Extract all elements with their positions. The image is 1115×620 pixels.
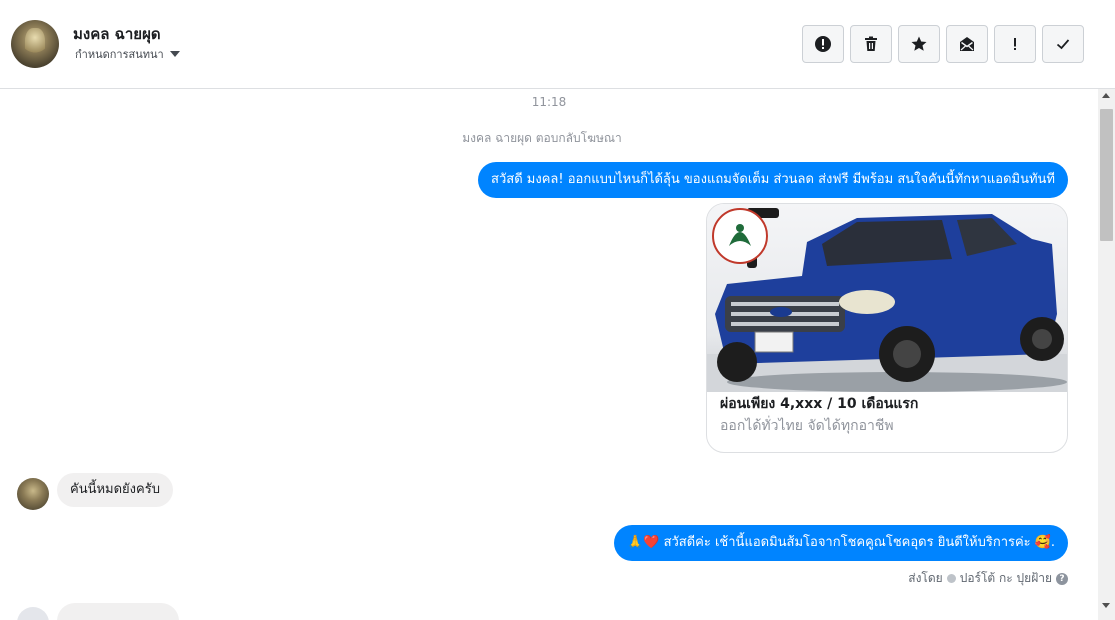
assign-conversation-dropdown[interactable]: กำหนดการสนทนา bbox=[75, 45, 180, 63]
contact-avatar-small[interactable] bbox=[17, 607, 49, 620]
contact-avatar[interactable] bbox=[11, 20, 59, 68]
outgoing-message[interactable]: 🙏❤️ สวัสดีค่ะ เช้านี้แอดมินส้มโอจากโชคคู… bbox=[614, 525, 1068, 561]
contact-avatar-small[interactable] bbox=[17, 478, 49, 510]
mark-done-button[interactable] bbox=[1042, 25, 1084, 63]
agent-status-icon bbox=[946, 574, 956, 583]
emoji-suffix: 🥰. bbox=[1034, 535, 1055, 550]
outgoing-message[interactable]: สวัสดี มงคล! ออกแบบไหนก็ได้ลุ้น ของแถมจั… bbox=[478, 162, 1068, 198]
alert-circle-icon bbox=[815, 36, 831, 52]
check-icon bbox=[1056, 39, 1070, 50]
ad-reply-notice: มงคล ฉายผุด ตอบกลับโฆษณา bbox=[462, 131, 622, 145]
caret-down-icon bbox=[169, 51, 180, 57]
sent-by-label: ส่งโดย bbox=[908, 571, 943, 585]
thread-scrollbar[interactable] bbox=[1098, 89, 1115, 620]
exclamation-icon bbox=[1014, 38, 1016, 50]
message-thread: 11:18 มงคล ฉายผุด ตอบกลับโฆษณา สวัสดี มง… bbox=[0, 89, 1098, 620]
emoji-prefix: 🙏❤️ bbox=[627, 535, 660, 550]
envelope-open-icon bbox=[960, 37, 974, 51]
important-button[interactable] bbox=[994, 25, 1036, 63]
trash-icon bbox=[865, 36, 877, 51]
ad-card-title: ผ่อนเพียง 4,xxx / 10 เดือนแรก bbox=[720, 396, 919, 412]
star-icon bbox=[911, 36, 927, 51]
scrollbar-thumb[interactable] bbox=[1100, 109, 1113, 241]
conversation-actions bbox=[802, 25, 1084, 63]
ad-card[interactable]: ผ่อนเพียง 4,xxx / 10 เดือนแรก ออกได้ทั่ว… bbox=[706, 203, 1068, 453]
help-icon[interactable]: ? bbox=[1056, 572, 1068, 585]
incoming-message[interactable]: คันนี้หมดยังครับ bbox=[57, 473, 173, 507]
sent-by-agent[interactable]: ปอร์โต้ กะ ปุยฝ้าย bbox=[960, 569, 1052, 588]
scroll-up-arrow-icon[interactable] bbox=[1102, 93, 1110, 98]
mark-spam-button[interactable] bbox=[802, 25, 844, 63]
delete-button[interactable] bbox=[850, 25, 892, 63]
ad-card-subtitle: ออกได้ทั่วไทย จัดได้ทุกอาชีพ bbox=[720, 418, 894, 434]
pickup-truck-image bbox=[707, 208, 1067, 392]
contact-name[interactable]: มงคล ฉายผุด bbox=[73, 22, 161, 46]
mark-unread-button[interactable] bbox=[946, 25, 988, 63]
message-text: สวัสดีค่ะ เช้านี้แอดมินส้มโอจากโชคคูณโชค… bbox=[663, 535, 1031, 550]
thread-timestamp: 11:18 bbox=[531, 95, 567, 109]
star-button[interactable] bbox=[898, 25, 940, 63]
assign-label: กำหนดการสนทนา bbox=[75, 48, 164, 61]
scroll-down-arrow-icon[interactable] bbox=[1102, 603, 1110, 608]
conversation-header: มงคล ฉายผุด กำหนดการสนทนา bbox=[0, 0, 1115, 89]
sent-by-info: ส่งโดย ปอร์โต้ กะ ปุยฝ้าย ? bbox=[908, 569, 1068, 588]
incoming-message-partial[interactable] bbox=[57, 603, 179, 620]
ad-card-image bbox=[707, 204, 1067, 392]
